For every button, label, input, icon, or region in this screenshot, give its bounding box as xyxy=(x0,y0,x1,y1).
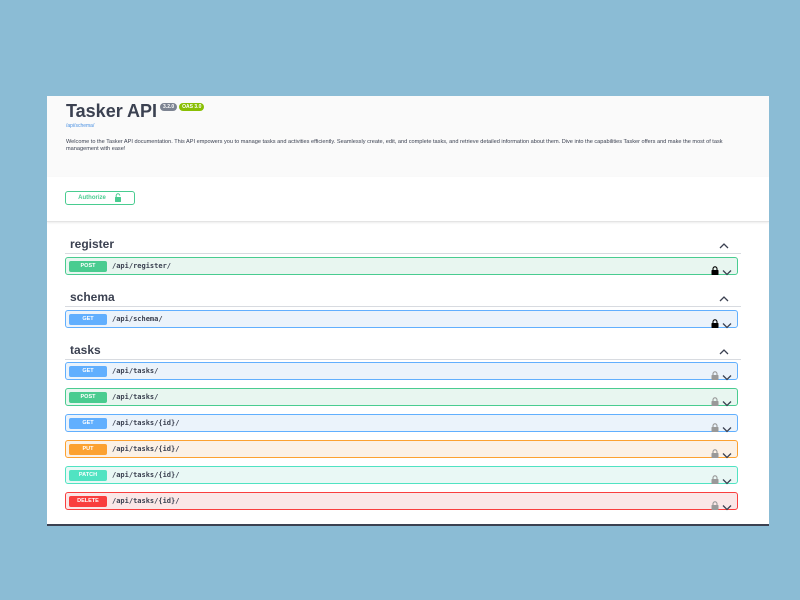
chevron-down-icon[interactable] xyxy=(722,263,732,276)
chevron-down-icon[interactable] xyxy=(722,316,732,329)
method-badge: DELETE xyxy=(69,496,107,507)
method-badge: POST xyxy=(69,261,107,272)
api-description: Welcome to the Tasker API documentation.… xyxy=(66,139,723,152)
method-badge: GET xyxy=(69,366,107,377)
tag-header-register[interactable]: register xyxy=(65,231,741,254)
operation-path: /api/schema/ xyxy=(112,315,163,323)
api-info-section: Tasker API 3.2.0 OAS 3.0 /api/schema/ We… xyxy=(47,96,769,177)
operation-row[interactable]: POST/api/register/ xyxy=(65,257,738,276)
chevron-down-icon[interactable] xyxy=(722,368,732,381)
operation-row[interactable]: GET/api/schema/ xyxy=(65,310,738,329)
oas-badge: OAS 3.0 xyxy=(179,103,205,111)
authorize-label: Authorize xyxy=(78,195,106,201)
chevron-down-icon[interactable] xyxy=(722,420,732,433)
unlocked-icon[interactable] xyxy=(711,471,719,484)
page-title: Tasker API xyxy=(66,101,158,121)
operation-row[interactable]: GET/api/tasks/{id}/ xyxy=(65,414,738,433)
unlocked-icon[interactable] xyxy=(711,497,719,510)
operation-row[interactable]: PATCH/api/tasks/{id}/ xyxy=(65,466,738,485)
operation-row[interactable]: PUT/api/tasks/{id}/ xyxy=(65,440,738,459)
operation-path: /api/register/ xyxy=(112,262,172,270)
title-row: Tasker API 3.2.0 OAS 3.0 xyxy=(66,100,205,122)
unlocked-icon[interactable] xyxy=(711,419,719,432)
unlocked-icon[interactable] xyxy=(711,445,719,458)
method-badge: POST xyxy=(69,392,107,403)
operation-row[interactable]: DELETE/api/tasks/{id}/ xyxy=(65,492,738,511)
operation-path: /api/tasks/ xyxy=(112,393,159,401)
chevron-up-icon[interactable] xyxy=(719,237,729,249)
operation-path: /api/tasks/{id}/ xyxy=(112,497,180,505)
chevron-down-icon[interactable] xyxy=(722,446,732,459)
unlocked-icon[interactable] xyxy=(711,367,719,380)
tag-name: tasks xyxy=(70,343,101,357)
locked-icon[interactable] xyxy=(711,315,719,328)
tag-name: register xyxy=(70,237,115,251)
operation-path: /api/tasks/{id}/ xyxy=(112,419,180,427)
operation-row[interactable]: GET/api/tasks/ xyxy=(65,362,738,381)
version-badge: 3.2.0 xyxy=(160,103,178,111)
chevron-down-icon[interactable] xyxy=(722,498,732,511)
unlocked-icon xyxy=(114,192,122,204)
operation-path: /api/tasks/ xyxy=(112,367,159,375)
operation-path: /api/tasks/{id}/ xyxy=(112,471,180,479)
chevron-down-icon[interactable] xyxy=(722,394,732,407)
swagger-ui-window: Tasker API 3.2.0 OAS 3.0 /api/schema/ We… xyxy=(47,96,769,526)
method-badge: PUT xyxy=(69,444,107,455)
scheme-container: Authorize xyxy=(47,177,769,222)
method-badge: GET xyxy=(69,418,107,429)
method-badge: GET xyxy=(69,314,107,325)
chevron-down-icon[interactable] xyxy=(722,472,732,485)
chevron-up-icon[interactable] xyxy=(719,290,729,302)
operation-path: /api/tasks/{id}/ xyxy=(112,445,180,453)
method-badge: PATCH xyxy=(69,470,107,481)
tag-header-tasks[interactable]: tasks xyxy=(65,337,741,360)
locked-icon[interactable] xyxy=(711,262,719,275)
authorize-button[interactable]: Authorize xyxy=(65,191,135,205)
unlocked-icon[interactable] xyxy=(711,393,719,406)
tag-header-schema[interactable]: schema xyxy=(65,284,741,307)
operation-row[interactable]: POST/api/tasks/ xyxy=(65,388,738,407)
tag-name: schema xyxy=(70,290,115,304)
schema-link[interactable]: /api/schema/ xyxy=(66,123,94,129)
chevron-up-icon[interactable] xyxy=(719,343,729,355)
